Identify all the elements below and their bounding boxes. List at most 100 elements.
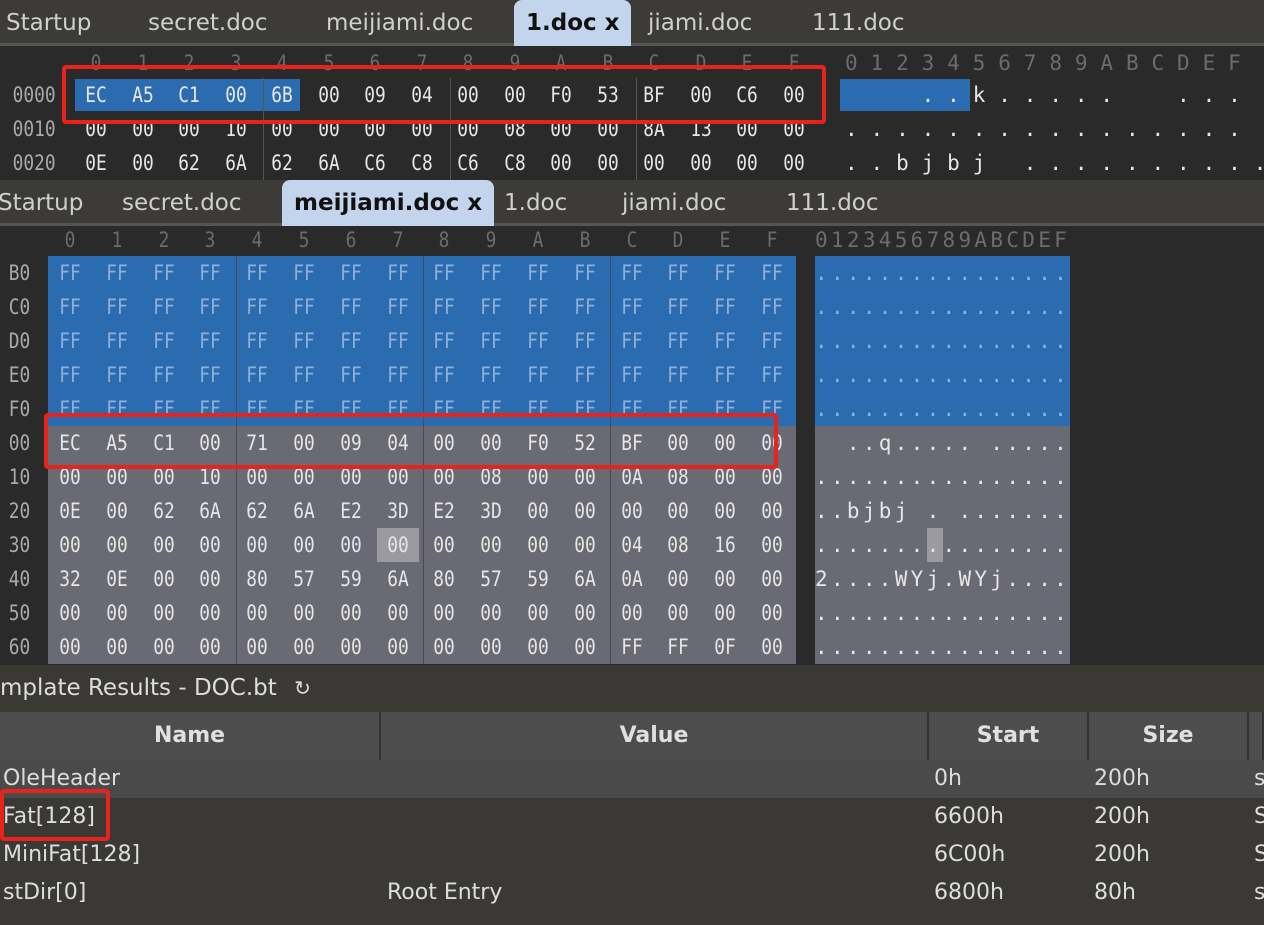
ascii-row[interactable]: ..bjbj . .......: [815, 494, 1070, 528]
col-start[interactable]: Start: [929, 712, 1089, 760]
hex-byte[interactable]: E2: [331, 494, 370, 528]
hex-byte[interactable]: FF: [565, 358, 604, 392]
hex-byte[interactable]: FF: [191, 290, 230, 324]
hex-byte[interactable]: 00: [97, 494, 136, 528]
hex-byte[interactable]: 00: [144, 562, 183, 596]
hex-byte[interactable]: FF: [331, 358, 370, 392]
hex-byte[interactable]: 00: [752, 596, 791, 630]
hex-byte[interactable]: FF: [97, 358, 136, 392]
hex-byte[interactable]: FF: [472, 358, 511, 392]
col-value[interactable]: Value: [381, 712, 929, 760]
hex-byte[interactable]: 00: [565, 630, 604, 664]
hex-byte[interactable]: FF: [144, 358, 183, 392]
hex-byte[interactable]: 59: [331, 562, 370, 596]
hex-byte[interactable]: 6A: [284, 494, 323, 528]
hex-byte[interactable]: 00: [191, 596, 230, 630]
hex-byte[interactable]: 00: [565, 596, 604, 630]
hex-byte[interactable]: FF: [284, 290, 323, 324]
ascii-row[interactable]: ................: [815, 392, 1070, 426]
hex-byte[interactable]: FF: [97, 324, 136, 358]
hex-byte[interactable]: FF: [518, 256, 557, 290]
hex-byte[interactable]: FF: [612, 358, 651, 392]
hex-byte[interactable]: 00: [752, 630, 791, 664]
hex-byte[interactable]: 00: [97, 596, 136, 630]
hex-byte[interactable]: FF: [752, 256, 791, 290]
hex-byte[interactable]: 0E: [50, 494, 89, 528]
hex-byte[interactable]: 00: [378, 528, 417, 562]
hex-byte[interactable]: FF: [284, 324, 323, 358]
hex-byte[interactable]: FF: [331, 290, 370, 324]
hex-byte[interactable]: C8: [495, 146, 534, 180]
hex-byte[interactable]: 00: [518, 596, 557, 630]
hex-byte[interactable]: C8: [402, 146, 441, 180]
hex-byte[interactable]: 32: [50, 562, 89, 596]
hex-byte[interactable]: 57: [284, 562, 323, 596]
table-row[interactable]: OleHeader 0h 200h s: [0, 760, 1264, 798]
hex-byte[interactable]: FF: [565, 256, 604, 290]
hex-byte[interactable]: 62: [238, 494, 277, 528]
hex-byte[interactable]: FF: [752, 358, 791, 392]
hex-byte[interactable]: FF: [97, 256, 136, 290]
hex-byte[interactable]: 00: [284, 630, 323, 664]
ascii-row[interactable]: ..bjbj ..........: [845, 146, 1264, 180]
hex-byte[interactable]: FF: [659, 630, 698, 664]
tab-Startup[interactable]: Startup: [0, 180, 83, 226]
tab-111-doc[interactable]: 111.doc: [786, 180, 879, 226]
hex-byte[interactable]: FF: [472, 256, 511, 290]
tab-1-doc[interactable]: 1.doc: [504, 180, 567, 226]
hex-byte[interactable]: 80: [238, 562, 277, 596]
hex-byte[interactable]: 00: [518, 528, 557, 562]
hex-byte[interactable]: FF: [378, 324, 417, 358]
hex-byte[interactable]: 00: [612, 596, 651, 630]
hex-byte[interactable]: 00: [331, 528, 370, 562]
hex-byte[interactable]: 00: [144, 630, 183, 664]
col-size[interactable]: Size: [1089, 712, 1249, 760]
hex-byte[interactable]: FF: [706, 358, 745, 392]
ascii-row[interactable]: 2....WYj.WYj....: [815, 562, 1070, 596]
hex-byte[interactable]: E2: [425, 494, 464, 528]
hex-byte[interactable]: FF: [144, 290, 183, 324]
ascii-row[interactable]: ................: [815, 358, 1070, 392]
hex-byte[interactable]: FF: [472, 290, 511, 324]
hex-byte[interactable]: 00: [634, 146, 673, 180]
hex-byte[interactable]: 00: [97, 630, 136, 664]
hex-byte[interactable]: 00: [191, 630, 230, 664]
ascii-row[interactable]: ................: [845, 112, 1254, 146]
hex-byte[interactable]: FF: [565, 290, 604, 324]
hex-byte[interactable]: FF: [612, 256, 651, 290]
hex-byte[interactable]: 00: [518, 494, 557, 528]
hex-byte[interactable]: 3D: [472, 494, 511, 528]
hex-byte[interactable]: FF: [425, 358, 464, 392]
hex-byte[interactable]: 00: [50, 596, 89, 630]
hex-byte[interactable]: FF: [612, 324, 651, 358]
hex-byte[interactable]: 00: [706, 562, 745, 596]
hex-byte[interactable]: 80: [425, 562, 464, 596]
hex-byte[interactable]: FF: [284, 358, 323, 392]
hex-byte[interactable]: 00: [378, 596, 417, 630]
hex-byte[interactable]: FF: [331, 324, 370, 358]
hex-byte[interactable]: 00: [774, 146, 813, 180]
hex-byte[interactable]: 00: [752, 528, 791, 562]
hex-byte[interactable]: FF: [518, 324, 557, 358]
hex-byte[interactable]: FF: [50, 358, 89, 392]
tab-secret-doc[interactable]: secret.doc: [122, 180, 242, 226]
hex-byte[interactable]: 00: [472, 528, 511, 562]
hex-byte[interactable]: 00: [472, 630, 511, 664]
hex-byte[interactable]: FF: [706, 256, 745, 290]
hex-byte[interactable]: 00: [284, 596, 323, 630]
hex-byte[interactable]: 6A: [216, 146, 255, 180]
hex-byte[interactable]: FF: [472, 324, 511, 358]
tab-Startup[interactable]: Startup: [6, 0, 91, 46]
ascii-row[interactable]: ................: [815, 460, 1070, 494]
hex-byte[interactable]: 0F: [706, 630, 745, 664]
hex-byte[interactable]: FF: [238, 358, 277, 392]
hex-byte[interactable]: 00: [752, 494, 791, 528]
hex-byte[interactable]: 00: [284, 528, 323, 562]
hex-byte[interactable]: 00: [144, 596, 183, 630]
hex-byte[interactable]: FF: [706, 324, 745, 358]
hex-byte[interactable]: 00: [588, 146, 627, 180]
hex-byte[interactable]: 00: [706, 596, 745, 630]
hex-byte[interactable]: 16: [706, 528, 745, 562]
hex-byte[interactable]: 57: [472, 562, 511, 596]
hex-byte[interactable]: 00: [659, 562, 698, 596]
